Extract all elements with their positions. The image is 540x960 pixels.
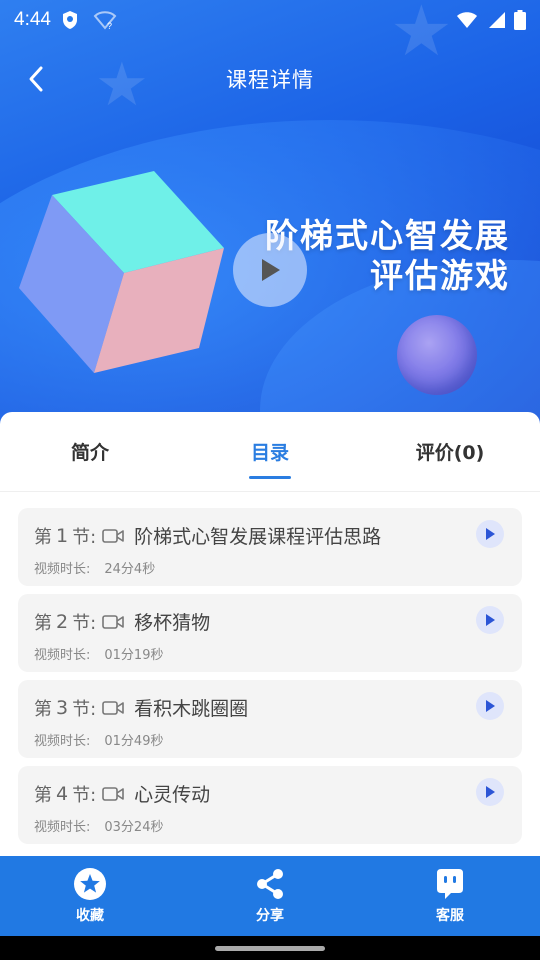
chevron-left-icon bbox=[29, 66, 43, 92]
duration-label: 视频时长: bbox=[34, 562, 91, 577]
lesson-title: 心灵传动 bbox=[134, 784, 211, 806]
shield-icon bbox=[62, 11, 77, 29]
wifi-icon bbox=[457, 12, 477, 28]
lesson-number: 3 bbox=[56, 696, 69, 719]
lesson-item[interactable]: 第 2 节: 移杯猜物 视频时长: 01分19秒 bbox=[18, 594, 522, 672]
duration-label: 视频时长: bbox=[34, 734, 91, 749]
wifi-question-icon: ? bbox=[93, 11, 117, 30]
lesson-play-button[interactable] bbox=[476, 606, 504, 634]
status-time: 4:44 bbox=[14, 9, 51, 30]
lesson-item[interactable]: 第 3 节: 看积木跳圈圈 视频时长: 01分49秒 bbox=[18, 680, 522, 758]
lesson-suffix: 节: bbox=[72, 698, 97, 720]
video-camera-icon bbox=[102, 528, 124, 543]
lesson-prefix: 第 bbox=[34, 698, 52, 720]
back-button[interactable] bbox=[18, 60, 54, 98]
battery-icon bbox=[514, 10, 526, 30]
lesson-play-button[interactable] bbox=[476, 520, 504, 548]
lesson-prefix: 第 bbox=[34, 526, 52, 548]
lesson-title: 移杯猜物 bbox=[134, 612, 211, 634]
duration-value: 01分49秒 bbox=[104, 734, 164, 749]
lesson-title: 阶梯式心智发展课程评估思路 bbox=[134, 526, 382, 548]
duration-label: 视频时长: bbox=[34, 820, 91, 835]
customer-service-icon bbox=[433, 867, 467, 901]
play-icon bbox=[262, 259, 280, 281]
svg-text:?: ? bbox=[107, 21, 112, 30]
tab-bar: 简介 目录 评价(0) bbox=[0, 412, 540, 492]
video-play-button[interactable] bbox=[233, 233, 307, 307]
duration-value: 24分4秒 bbox=[104, 562, 156, 577]
app-bar: 课程详情 bbox=[0, 40, 540, 118]
lesson-suffix: 节: bbox=[72, 612, 97, 634]
lesson-list: 第 1 节: 阶梯式心智发展课程评估思路 视频时长: 24分4秒 第 2 节: … bbox=[0, 492, 540, 844]
video-camera-icon bbox=[102, 700, 124, 715]
play-icon bbox=[486, 700, 495, 712]
lesson-item[interactable]: 第 4 节: 心灵传动 视频时长: 03分24秒 bbox=[18, 766, 522, 844]
lesson-number: 2 bbox=[56, 610, 69, 633]
cube-illustration bbox=[19, 171, 224, 373]
nav-label: 收藏 bbox=[76, 908, 104, 924]
home-indicator[interactable] bbox=[215, 946, 325, 951]
duration-value: 01分19秒 bbox=[104, 648, 164, 663]
lesson-prefix: 第 bbox=[34, 612, 52, 634]
lesson-play-button[interactable] bbox=[476, 692, 504, 720]
tab-label: 目录 bbox=[250, 442, 289, 464]
star-icon bbox=[73, 867, 107, 901]
system-navigation-bar bbox=[0, 936, 540, 960]
play-icon bbox=[486, 528, 495, 540]
course-banner: 阶梯式心智发展 评估游戏 bbox=[0, 118, 540, 418]
lesson-play-button[interactable] bbox=[476, 778, 504, 806]
tab-label: 评价(0) bbox=[415, 442, 485, 464]
page-title: 课程详情 bbox=[226, 68, 314, 92]
active-tab-indicator bbox=[249, 476, 291, 479]
video-camera-icon bbox=[102, 786, 124, 801]
content-sheet: 简介 目录 评价(0) 第 1 节: 阶梯式心智发展课程评估思路 视频时长: 2… bbox=[0, 412, 540, 856]
duration-value: 03分24秒 bbox=[104, 820, 164, 835]
play-icon bbox=[486, 786, 495, 798]
lesson-number: 1 bbox=[56, 524, 69, 547]
duration-label: 视频时长: bbox=[34, 648, 91, 663]
lesson-title: 看积木跳圈圈 bbox=[134, 698, 249, 720]
bottom-nav: 收藏 分享 客服 bbox=[0, 856, 540, 936]
tab-label: 简介 bbox=[70, 442, 109, 464]
customer-service-button[interactable]: 客服 bbox=[360, 856, 540, 936]
favorite-button[interactable]: 收藏 bbox=[0, 856, 180, 936]
video-camera-icon bbox=[102, 614, 124, 629]
signal-icon bbox=[489, 12, 505, 28]
status-bar: 4:44 ? bbox=[0, 0, 540, 40]
nav-label: 客服 bbox=[436, 908, 464, 924]
tab-intro[interactable]: 简介 bbox=[0, 412, 180, 491]
nav-label: 分享 bbox=[256, 908, 284, 924]
play-icon bbox=[486, 614, 495, 626]
bubble-decoration bbox=[397, 315, 477, 395]
lesson-suffix: 节: bbox=[72, 526, 97, 548]
tab-reviews[interactable]: 评价(0) bbox=[360, 412, 540, 491]
lesson-number: 4 bbox=[56, 782, 69, 805]
lesson-item[interactable]: 第 1 节: 阶梯式心智发展课程评估思路 视频时长: 24分4秒 bbox=[18, 508, 522, 586]
tab-catalog[interactable]: 目录 bbox=[180, 412, 360, 491]
share-button[interactable]: 分享 bbox=[180, 856, 360, 936]
banner-title-line1: 阶梯式心智发展 bbox=[265, 216, 510, 255]
lesson-prefix: 第 bbox=[34, 784, 52, 806]
share-icon bbox=[253, 867, 287, 901]
lesson-suffix: 节: bbox=[72, 784, 97, 806]
